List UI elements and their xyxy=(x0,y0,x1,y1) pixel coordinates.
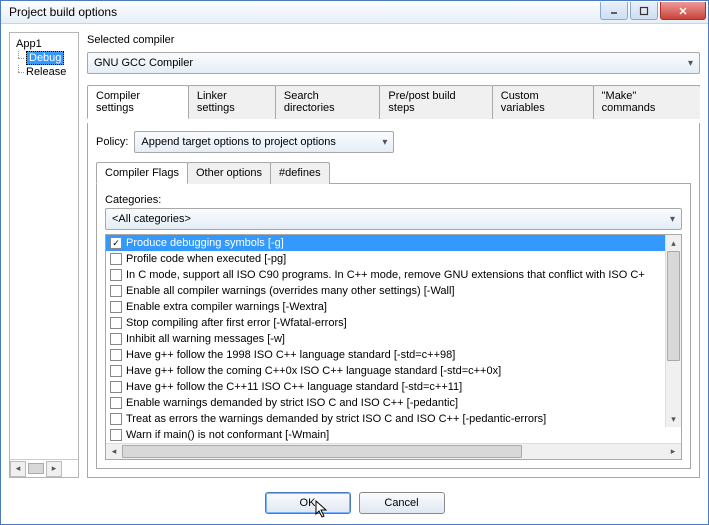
tab--make-commands[interactable]: "Make" commands xyxy=(593,85,700,119)
tree-item-debug[interactable]: Debug xyxy=(12,51,76,65)
categories-label: Categories: xyxy=(105,192,682,208)
policy-label: Policy: xyxy=(96,134,128,150)
hscroll-thumb[interactable] xyxy=(122,445,522,458)
flag-label: Have g++ follow the C++11 ISO C++ langua… xyxy=(126,381,462,393)
flag-row[interactable]: Enable extra compiler warnings [-Wextra] xyxy=(106,299,681,315)
compiler-label: Selected compiler xyxy=(87,32,700,48)
flag-checkbox[interactable] xyxy=(110,429,122,441)
titlebar[interactable]: Project build options xyxy=(1,1,708,24)
main-tabstrip: Compiler settingsLinker settingsSearch d… xyxy=(87,84,700,119)
flag-label: Enable warnings demanded by strict ISO C… xyxy=(126,397,458,409)
scroll-up-icon[interactable]: ▴ xyxy=(666,235,681,251)
flag-checkbox[interactable] xyxy=(110,381,122,393)
flag-checkbox[interactable] xyxy=(110,365,122,377)
flag-row[interactable]: ✓ Produce debugging symbols [-g] xyxy=(106,235,681,251)
flags-vscroll[interactable]: ▴ ▾ xyxy=(665,235,681,427)
inner-tab-compiler-flags[interactable]: Compiler Flags xyxy=(96,162,188,184)
flag-checkbox[interactable] xyxy=(110,269,122,281)
scroll-left-icon[interactable]: ◂ xyxy=(10,461,26,477)
dialog-window: Project build options App1 Debug Release… xyxy=(0,0,709,525)
flag-label: Treat as errors the warnings demanded by… xyxy=(126,413,546,425)
scroll-down-icon[interactable]: ▾ xyxy=(666,411,681,427)
scroll-right-icon[interactable]: ▸ xyxy=(665,444,681,459)
flag-checkbox[interactable] xyxy=(110,349,122,361)
flag-checkbox[interactable] xyxy=(110,317,122,329)
compiler-select[interactable]: GNU GCC Compiler xyxy=(87,52,700,74)
flag-row[interactable]: Have g++ follow the C++11 ISO C++ langua… xyxy=(106,379,681,395)
inner-tab-other-options[interactable]: Other options xyxy=(187,162,271,184)
scroll-left-icon[interactable]: ◂ xyxy=(106,444,122,459)
flag-label: Produce debugging symbols [-g] xyxy=(126,237,284,249)
scroll-thumb[interactable] xyxy=(28,463,44,474)
inner-tab--defines[interactable]: #defines xyxy=(270,162,330,184)
flag-checkbox[interactable]: ✓ xyxy=(110,237,122,249)
inner-tabstrip: Compiler FlagsOther options#defines xyxy=(96,161,691,184)
scroll-right-icon[interactable]: ▸ xyxy=(46,461,62,477)
flag-label: Have g++ follow the 1998 ISO C++ languag… xyxy=(126,349,455,361)
flags-list[interactable]: ✓ Produce debugging symbols [-g] Profile c… xyxy=(105,234,682,460)
flag-row[interactable]: Enable warnings demanded by strict ISO C… xyxy=(106,395,681,411)
tree-item-release[interactable]: Release xyxy=(12,65,76,79)
tab-linker-settings[interactable]: Linker settings xyxy=(188,85,276,119)
flag-label: Stop compiling after first error [-Wfata… xyxy=(126,317,347,329)
flag-checkbox[interactable] xyxy=(110,397,122,409)
flag-label: In C mode, support all ISO C90 programs.… xyxy=(126,269,645,281)
flag-label: Enable all compiler warnings (overrides … xyxy=(126,285,455,297)
flag-row[interactable]: Warn if main() is not conformant [-Wmain… xyxy=(106,427,681,443)
vscroll-thumb[interactable] xyxy=(667,251,680,361)
maximize-button[interactable] xyxy=(630,2,658,20)
flag-row[interactable]: Treat as errors the warnings demanded by… xyxy=(106,411,681,427)
flag-checkbox[interactable] xyxy=(110,253,122,265)
tab-search-directories[interactable]: Search directories xyxy=(275,85,381,119)
flag-row[interactable]: Enable all compiler warnings (overrides … xyxy=(106,283,681,299)
tree-hscroll[interactable]: ◂ ▸ xyxy=(10,459,78,477)
flag-label: Have g++ follow the coming C++0x ISO C++… xyxy=(126,365,501,377)
window-title: Project build options xyxy=(9,5,598,19)
targets-tree[interactable]: App1 Debug Release ◂ ▸ xyxy=(9,32,79,478)
flag-label: Profile code when executed [-pg] xyxy=(126,253,286,265)
policy-select[interactable]: Append target options to project options xyxy=(134,131,394,153)
flag-row[interactable]: Inhibit all warning messages [-w] xyxy=(106,331,681,347)
flags-hscroll[interactable]: ◂ ▸ xyxy=(106,443,681,459)
flag-checkbox[interactable] xyxy=(110,333,122,345)
close-button[interactable] xyxy=(660,2,706,20)
categories-select[interactable]: <All categories> xyxy=(105,208,682,230)
ok-button[interactable]: OK xyxy=(265,492,351,514)
flag-label: Enable extra compiler warnings [-Wextra] xyxy=(126,301,327,313)
flag-row[interactable]: In C mode, support all ISO C90 programs.… xyxy=(106,267,681,283)
flag-checkbox[interactable] xyxy=(110,285,122,297)
cancel-button[interactable]: Cancel xyxy=(359,492,445,514)
tab-compiler-settings[interactable]: Compiler settings xyxy=(87,85,189,119)
flag-checkbox[interactable] xyxy=(110,301,122,313)
flag-row[interactable]: Stop compiling after first error [-Wfata… xyxy=(106,315,681,331)
minimize-button[interactable] xyxy=(600,2,628,20)
tree-root[interactable]: App1 xyxy=(12,37,76,51)
flag-label: Inhibit all warning messages [-w] xyxy=(126,333,285,345)
flag-row[interactable]: Profile code when executed [-pg] xyxy=(106,251,681,267)
tab-pre-post-build-steps[interactable]: Pre/post build steps xyxy=(379,85,492,119)
tab-custom-variables[interactable]: Custom variables xyxy=(492,85,594,119)
flag-row[interactable]: Have g++ follow the 1998 ISO C++ languag… xyxy=(106,347,681,363)
flag-checkbox[interactable] xyxy=(110,413,122,425)
flag-label: Warn if main() is not conformant [-Wmain… xyxy=(126,429,329,441)
flag-row[interactable]: Have g++ follow the coming C++0x ISO C++… xyxy=(106,363,681,379)
